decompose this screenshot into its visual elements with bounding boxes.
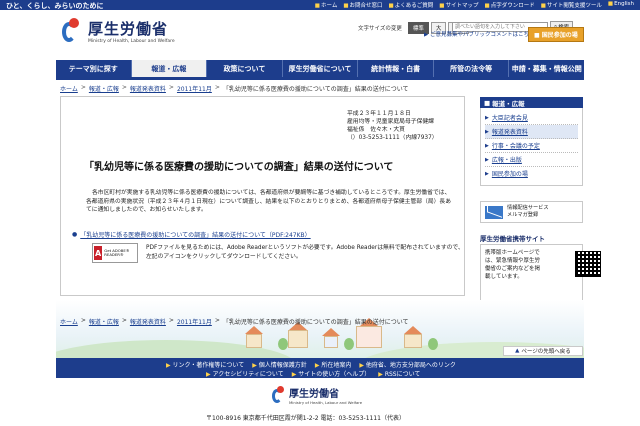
- nav-theme[interactable]: テーマ別に探す: [56, 60, 132, 77]
- article-body: 各市区町村が実施する乳幼児等に係る医療費の援助については、各都道府県が要綱等に基…: [86, 190, 452, 213]
- global-nav: テーマ別に探す 報道・広報 政策について 厚生労働省について 統計情報・白書 所…: [56, 60, 584, 77]
- nav-underline: [56, 77, 584, 80]
- mhlw-logo-icon: [272, 386, 286, 404]
- footer-link-other-ministries[interactable]: ▶ 他府省、地方支分部局へのリンク: [359, 360, 456, 369]
- top-link-accessibility-tool[interactable]: ■サイト閲覧支援ツール: [541, 1, 602, 9]
- mobile-site-box: 携帯版ホームページでは、緊急情報や厚生労働省のご案内などを掲載しています。: [480, 244, 601, 301]
- footer-link-accessibility[interactable]: ▶ アクセシビリティについて: [206, 369, 284, 378]
- footer-link-rss[interactable]: ▶ RSSについて: [378, 369, 420, 378]
- top-link-contact[interactable]: ■お問合せ窓口: [343, 1, 382, 9]
- mhlw-logo-icon: [62, 18, 84, 44]
- sidebar-item-publications[interactable]: ▶ 広報・出版: [485, 153, 578, 167]
- nav-policy[interactable]: 政策について: [207, 60, 283, 77]
- footer-nav: ▶ リンク・著作権等について ▶ 個人情報保護方針 ▶ 所在地案内 ▶ 他府省、…: [56, 358, 584, 378]
- top-link-faq[interactable]: ■よくあるご質問: [389, 1, 434, 9]
- nav-laws[interactable]: 所管の法令等: [434, 60, 510, 77]
- breadcrumb-home[interactable]: ホーム: [60, 317, 78, 326]
- mobile-site-text[interactable]: 携帯版ホームページでは、緊急情報や厚生労働省のご案内などを掲載しています。: [485, 249, 541, 281]
- contact-info: 平成２３年１１月１８日 雇用均等・児童家庭局母子保健課 福祉係 佐々木・大貫 （…: [347, 111, 438, 141]
- top-link-sitemap[interactable]: ■サイトマップ: [439, 1, 478, 9]
- font-size-label: 文字サイズの変更: [358, 26, 402, 32]
- top-link-home[interactable]: ■ホーム: [315, 1, 338, 9]
- envelope-icon: [485, 205, 503, 219]
- breadcrumb-releases[interactable]: 報道発表資料: [130, 317, 166, 326]
- top-links: ■ホーム ■お問合せ窓口 ■よくあるご質問 ■サイトマップ ■点字ダウンロード …: [315, 1, 634, 9]
- pdf-link[interactable]: 「乳幼児等に係る医療費の援助についての調査」結果の送付について（PDF:247K…: [80, 230, 310, 239]
- arrow-right-icon: ▶: [485, 114, 489, 121]
- mobile-site-heading: 厚生労働省携帯サイト: [480, 235, 545, 243]
- top-link-english[interactable]: ■English: [608, 1, 634, 9]
- opinion-link[interactable]: ▶ ご意見募集やパブリックコメントはこちら: [424, 30, 535, 38]
- breadcrumb-releases[interactable]: 報道発表資料: [130, 84, 166, 93]
- breadcrumb-press[interactable]: 報道・広報: [89, 317, 119, 326]
- sidebar-item-releases[interactable]: ▶ 報道発表資料: [485, 125, 578, 139]
- nav-applications[interactable]: 申請・募集・情報公開: [509, 60, 584, 77]
- mail-magazine-banner[interactable]: 情報配信サービス メルマガ登録: [480, 201, 583, 223]
- adobe-reader-icon: A: [94, 246, 103, 260]
- qr-code-icon: [575, 251, 601, 277]
- arrow-right-icon: ▶: [485, 170, 489, 177]
- pdf-link-row: ● 「乳幼児等に係る医療費の援助についての調査」結果の送付について（PDF:24…: [72, 230, 311, 239]
- sidebar-item-schedule[interactable]: ▶ 行事・会議の予定: [485, 139, 578, 153]
- breadcrumb-home[interactable]: ホーム: [60, 84, 78, 93]
- top-bar: ひと、くらし、みらいのために ■ホーム ■お問合せ窓口 ■よくあるご質問 ■サイ…: [0, 0, 640, 10]
- breadcrumb-press[interactable]: 報道・広報: [89, 84, 119, 93]
- adobe-note: PDFファイルを見るためには、Adobe Readerというソフトが必要です。A…: [146, 245, 464, 260]
- adobe-reader-banner[interactable]: A Get ADOBE® READER®: [92, 243, 138, 263]
- arrow-up-icon: ▲: [515, 348, 520, 354]
- sidebar: ■ 報道・広報 ▶ 大臣記者会見 ▶ 報道発表資料 ▶ 行事・会議の予定 ▶ 広報・出版 …: [480, 97, 583, 186]
- breadcrumb-month[interactable]: 2011年11月: [177, 317, 212, 326]
- nav-about[interactable]: 厚生労働省について: [283, 60, 359, 77]
- breadcrumb-current: 「乳幼児等に係る医療費の援助についての調査」結果の送付について: [222, 86, 409, 93]
- footer-link-help[interactable]: ▶ サイトの使い方（ヘルプ）: [292, 369, 371, 378]
- sidebar-item-participation[interactable]: ▶ 国民参加の場: [485, 167, 578, 180]
- footer-logo: 厚生労働省 Ministry of Health, Labour and Wel…: [272, 385, 362, 405]
- footer-link-privacy[interactable]: ▶ 個人情報保護方針: [252, 360, 307, 369]
- arrow-right-icon: ▶: [485, 142, 489, 149]
- bullet-icon: ●: [72, 231, 78, 238]
- arrow-right-icon: ▶: [485, 128, 489, 135]
- logo-name-en: Ministry of Health, Labour and Welfare: [88, 39, 175, 44]
- breadcrumb-current: 「乳幼児等に係る医療費の援助についての調査」結果の送付について: [222, 319, 409, 326]
- back-to-top-button[interactable]: ▲ ページの先頭へ戻る: [503, 346, 583, 356]
- square-icon: ■: [484, 98, 491, 107]
- nav-press[interactable]: 報道・広報: [131, 60, 208, 77]
- top-link-braille[interactable]: ■点字ダウンロード: [484, 1, 534, 9]
- sidebar-heading: ■ 報道・広報: [480, 97, 583, 108]
- logo-name-ja: 厚生労働省: [88, 20, 169, 38]
- site-logo[interactable]: 厚生労働省 Ministry of Health, Labour and Wel…: [62, 18, 175, 44]
- sidebar-item-press-conference[interactable]: ▶ 大臣記者会見: [485, 111, 578, 125]
- join-button[interactable]: ■ 国民参加の場: [528, 27, 584, 42]
- nav-statistics[interactable]: 統計情報・白書: [358, 60, 434, 77]
- arrow-right-icon: ▶: [485, 156, 489, 163]
- breadcrumb-month[interactable]: 2011年11月: [177, 84, 212, 93]
- breadcrumb-bottom: ホーム > 報道・広報 > 報道発表資料 > 2011年11月 > 「乳幼児等に係る医療…: [60, 317, 409, 326]
- breadcrumb: ホーム > 報道・広報 > 報道発表資料 > 2011年11月 > 「乳幼児等に係る医療…: [60, 84, 409, 93]
- footer-link-location[interactable]: ▶ 所在地案内: [315, 360, 352, 369]
- footer-address: 〒100-8916 東京都千代田区霞が関1-2-2 電話：03-5253-111…: [206, 415, 405, 422]
- page-title: 「乳幼児等に係る医療費の援助についての調査」結果の送付について: [84, 162, 394, 173]
- footer-link-copyright[interactable]: ▶ リンク・著作権等について: [166, 360, 244, 369]
